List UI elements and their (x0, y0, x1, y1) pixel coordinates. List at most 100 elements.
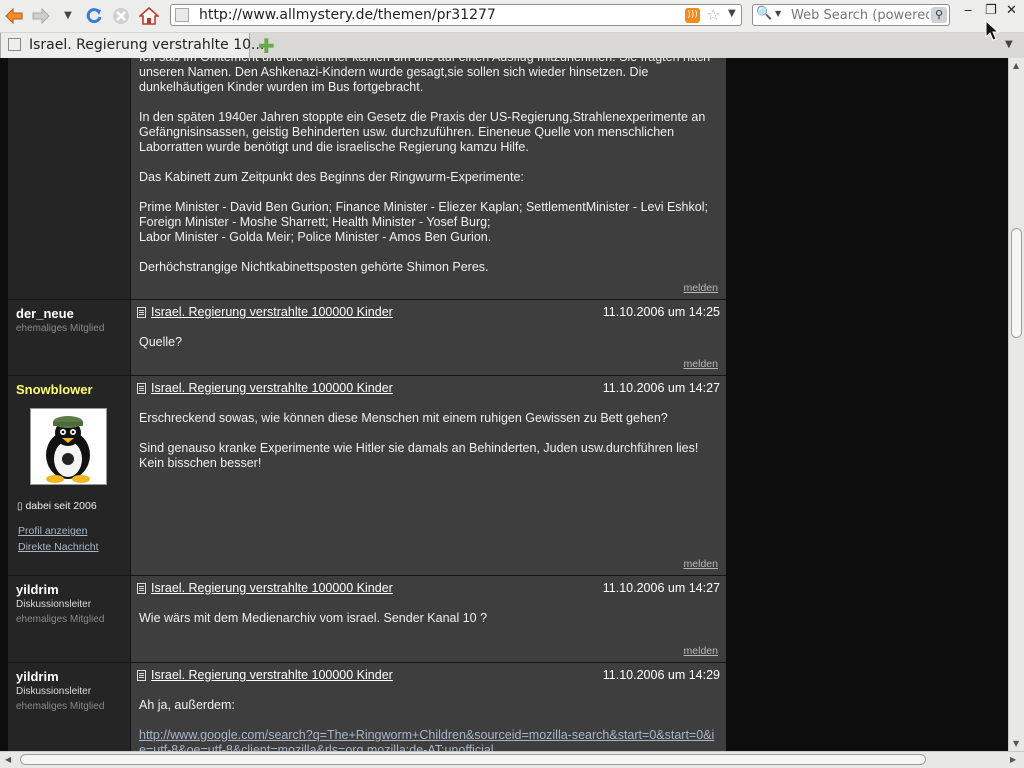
close-window-icon[interactable]: ✕ (1006, 3, 1017, 18)
thread-title-link[interactable]: Israel. Regierung verstrahlte 100000 Kin… (151, 305, 393, 319)
direct-message-link[interactable]: Direkte Nachricht (18, 541, 99, 553)
member-since-icon: ▯ (17, 501, 23, 512)
post-text: Ich saß im Omtement und die Männer kamen… (139, 58, 720, 290)
horizontal-scrollbar[interactable]: ◀ ▶ (0, 751, 1024, 768)
report-link[interactable]: melden (684, 358, 718, 370)
post-document-icon (137, 670, 146, 681)
report-link[interactable]: melden (684, 282, 718, 294)
username[interactable]: yildrim (16, 582, 59, 597)
restore-window-icon[interactable]: ❐ (985, 3, 997, 18)
username[interactable]: Snowblower (16, 382, 93, 397)
history-dropdown-icon[interactable]: ▼ (57, 5, 79, 27)
vertical-scroll-thumb[interactable] (1011, 228, 1022, 338)
post-paragraph: Ich saß im Omtement und die Männer kamen… (139, 58, 710, 94)
forum-thread: Ich saß im Omtement und die Männer kamen… (8, 58, 726, 751)
member-since: ▯ dabei seit 2006 (17, 500, 97, 512)
post-header: Israel. Regierung verstrahlte 100000 Kin… (137, 581, 720, 597)
report-link[interactable]: melden (684, 645, 718, 657)
search-engine-icon[interactable]: 🔍 (756, 6, 772, 21)
search-bar[interactable]: 🔍 ▼ ⚲ (752, 4, 950, 26)
post-body: Israel. Regierung verstrahlte 100000 Kin… (131, 663, 726, 751)
tux-penguin-icon (46, 416, 90, 483)
site-identity-icon[interactable] (175, 8, 189, 22)
search-go-icon[interactable]: ⚲ (931, 7, 947, 23)
post-date: 11.10.2006 um 14:25 (602, 305, 720, 319)
url-dropdown-icon[interactable]: ▼ (728, 8, 736, 19)
minimize-window-icon[interactable]: ‒ (964, 3, 972, 18)
horizontal-scroll-thumb[interactable] (20, 754, 926, 765)
post-user-panel: yildrim Diskussionsleiter ehemaliges Mit… (8, 576, 131, 662)
member-status: ehemaliges Mitglied (16, 701, 105, 712)
scroll-up-arrow-icon[interactable]: ▲ (1013, 61, 1019, 70)
post-text: Ah ja, außerdem: http://www.google.com/s… (139, 698, 720, 751)
post-paragraph: Das Kabinett zum Zeitpunkt des Beginns d… (139, 170, 524, 184)
mouse-cursor-icon (985, 20, 999, 41)
tab-list-dropdown-icon[interactable]: ▼ (1005, 39, 1013, 50)
post-text: Erschreckend sowas, wie können diese Men… (139, 411, 720, 486)
post-paragraph: Ah ja, außerdem: (139, 698, 235, 712)
forward-arrow-icon[interactable] (30, 5, 52, 27)
post-user-panel: yildrim Diskussionsleiter ehemaliges Mit… (8, 663, 131, 751)
post-header: Israel. Regierung verstrahlte 100000 Kin… (137, 305, 720, 321)
back-arrow-icon[interactable] (3, 5, 25, 27)
post-paragraph: Derhöchstrangige Nichtkabinettsposten ge… (139, 260, 489, 274)
post-date: 11.10.2006 um 14:27 (602, 381, 720, 395)
post-date: 11.10.2006 um 14:27 (602, 581, 720, 595)
post-document-icon (137, 307, 146, 318)
avatar[interactable] (30, 408, 107, 485)
tab-favicon-icon (8, 38, 21, 51)
search-engine-dropdown-icon[interactable]: ▼ (775, 9, 781, 18)
stop-icon[interactable] (110, 5, 132, 27)
post-body: Israel. Regierung verstrahlte 100000 Kin… (131, 576, 726, 662)
post-text: Wie wärs mit dem Medienarchiv vom israel… (139, 611, 488, 625)
forum-post: der_neue ehemaliges Mitglied Israel. Reg… (8, 300, 726, 376)
url-text[interactable]: http://www.allmystery.de/themen/pr31277 (199, 7, 496, 23)
reload-icon[interactable] (83, 5, 105, 27)
home-icon[interactable] (138, 5, 160, 27)
forum-post: Ich saß im Omtement und die Männer kamen… (8, 58, 726, 300)
post-user-panel: Snowblower ▯ dabei seit 2006 Profil anze… (8, 376, 131, 575)
rss-feed-icon[interactable]: ))) (685, 8, 700, 23)
scroll-down-arrow-icon[interactable]: ▼ (1013, 739, 1019, 748)
scroll-right-arrow-icon[interactable]: ▶ (1010, 755, 1016, 764)
post-document-icon (137, 583, 146, 594)
url-bar[interactable]: http://www.allmystery.de/themen/pr31277 … (170, 4, 742, 26)
post-document-icon (137, 383, 146, 394)
tab-title[interactable]: Israel. Regierung verstrahlte 10... (29, 37, 264, 53)
post-paragraph: Sind genauso kranke Experimente wie Hitl… (139, 441, 699, 470)
member-status: ehemaliges Mitglied (16, 614, 105, 625)
username[interactable]: der_neue (16, 306, 74, 321)
user-rank: Diskussionsleiter (16, 686, 92, 697)
post-text: Quelle? (139, 335, 183, 349)
thread-title-link[interactable]: Israel. Regierung verstrahlte 100000 Kin… (151, 581, 393, 595)
thread-title-link[interactable]: Israel. Regierung verstrahlte 100000 Kin… (151, 668, 393, 682)
post-user-panel (8, 58, 131, 299)
username[interactable]: yildrim (16, 669, 59, 684)
report-link[interactable]: melden (684, 558, 718, 570)
scroll-left-arrow-icon[interactable]: ◀ (5, 755, 11, 764)
forum-post: yildrim Diskussionsleiter ehemaliges Mit… (8, 576, 726, 663)
member-status: ehemaliges Mitglied (16, 323, 105, 334)
search-url-link[interactable]: http://www.google.com/search?q=The+Ringw… (139, 728, 714, 751)
navigation-toolbar: ▼ http://www.allmystery.de/themen/pr3127… (0, 0, 1024, 33)
post-paragraph: Prime Minister - David Ben Gurion; Finan… (139, 200, 708, 244)
post-body: Israel. Regierung verstrahlte 100000 Kin… (131, 376, 726, 575)
new-tab-plus-icon[interactable]: ✚ (258, 34, 275, 58)
profile-link[interactable]: Profil anzeigen (18, 525, 87, 537)
post-user-panel: der_neue ehemaliges Mitglied (8, 300, 131, 375)
post-paragraph: In den späten 1940er Jahren stoppte ein … (139, 110, 706, 154)
search-input[interactable] (791, 6, 929, 24)
bookmark-star-icon[interactable]: ☆ (706, 5, 720, 24)
post-body: Ich saß im Omtement und die Männer kamen… (131, 58, 726, 299)
post-body: Israel. Regierung verstrahlte 100000 Kin… (131, 300, 726, 375)
forum-post: Snowblower ▯ dabei seit 2006 Profil anze… (8, 376, 726, 576)
thread-title-link[interactable]: Israel. Regierung verstrahlte 100000 Kin… (151, 381, 393, 395)
tab-current[interactable]: Israel. Regierung verstrahlte 10... (0, 33, 264, 58)
forum-post: yildrim Diskussionsleiter ehemaliges Mit… (8, 663, 726, 751)
post-date: 11.10.2006 um 14:29 (602, 668, 720, 682)
page-viewport: Ich saß im Omtement und die Männer kamen… (0, 58, 1008, 751)
post-header: Israel. Regierung verstrahlte 100000 Kin… (137, 381, 720, 397)
post-paragraph: Erschreckend sowas, wie können diese Men… (139, 411, 668, 425)
vertical-scrollbar[interactable]: ▲ ▼ (1008, 58, 1024, 751)
user-rank: Diskussionsleiter (16, 599, 92, 610)
